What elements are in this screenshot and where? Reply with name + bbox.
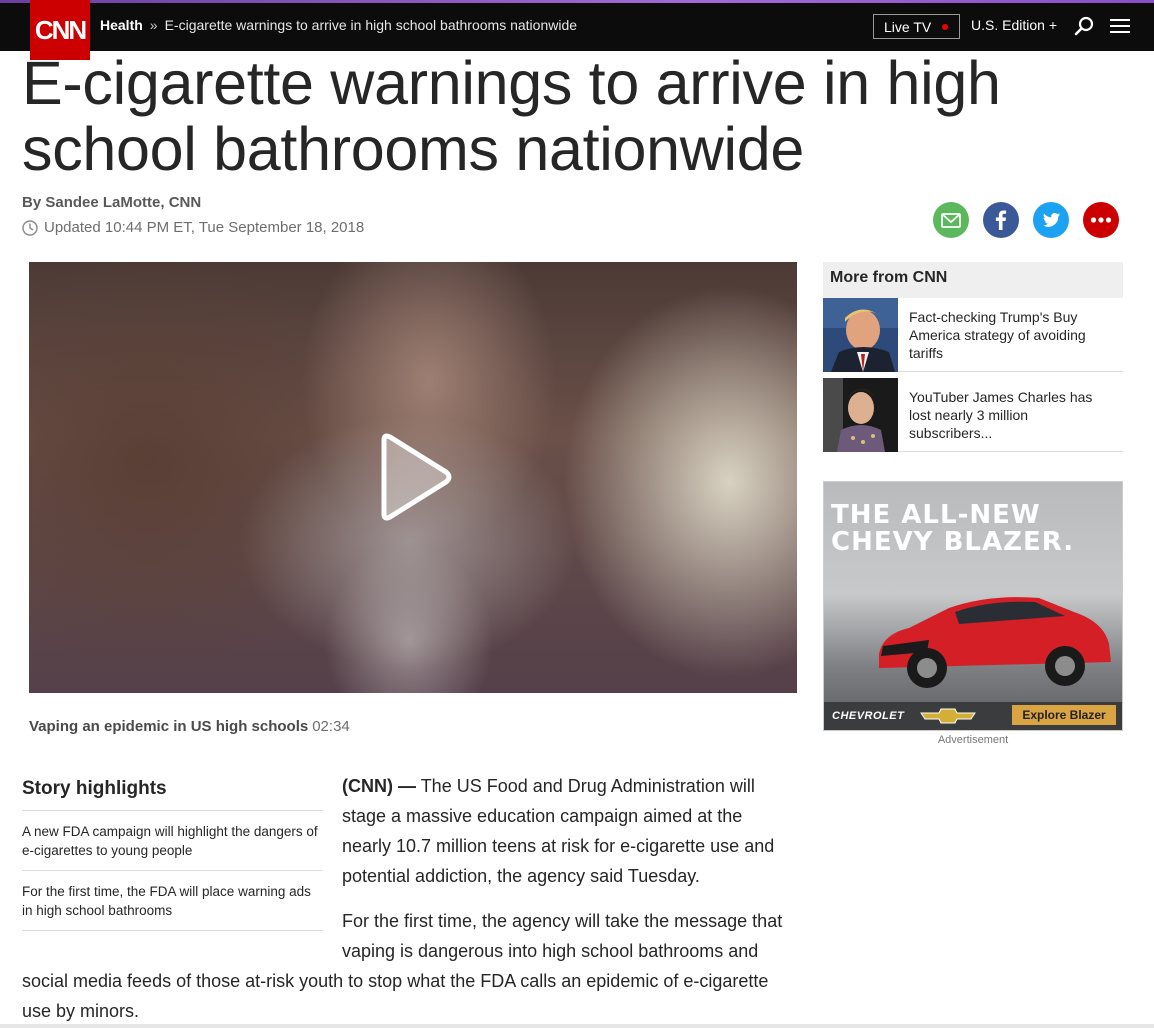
paragraph-line: vaping is dangerous into high school bat… xyxy=(342,941,759,961)
top-stripe xyxy=(0,0,1154,3)
more-item-title[interactable]: Fact-checking Trump's Buy America strate… xyxy=(898,298,1123,371)
trump-thumbnail[interactable] xyxy=(823,298,898,372)
article-paragraph-start: For the first time, the agency will take… xyxy=(342,906,802,966)
breadcrumb-separator: » xyxy=(149,17,158,33)
more-options-icon xyxy=(1083,202,1119,238)
car-image xyxy=(879,597,1111,688)
chevrolet-bowtie-icon xyxy=(920,708,976,724)
breadcrumb-section-link[interactable]: Health xyxy=(100,17,143,33)
story-highlights-title: Story highlights xyxy=(22,778,323,811)
ad-headline-line1: THE ALL-NEW xyxy=(831,500,1041,530)
page-divider xyxy=(0,1024,1154,1028)
live-tv-label: Live TV xyxy=(884,18,932,35)
share-facebook-button[interactable] xyxy=(983,202,1019,238)
advertisement-banner[interactable]: THE ALL-NEW CHEVY BLAZER. CHEVROLET Expl… xyxy=(823,481,1123,731)
story-highlights: Story highlights A new FDA campaign will… xyxy=(22,778,323,931)
list-item[interactable]: YouTuber James Charles has lost nearly 3… xyxy=(823,378,1123,452)
explore-blazer-button[interactable]: Explore Blazer xyxy=(1012,705,1116,725)
play-icon[interactable] xyxy=(374,432,454,522)
article-paragraph: (CNN) — The US Food and Drug Administrat… xyxy=(342,771,792,891)
video-title: Vaping an epidemic in US high schools xyxy=(29,718,309,735)
highlight-item: For the first time, the FDA will place w… xyxy=(22,871,323,931)
ad-headline: THE ALL-NEW CHEVY BLAZER. xyxy=(831,502,1074,556)
article-paragraph-continued: social media feeds of those at-risk yout… xyxy=(22,971,769,1021)
hamburger-menu-icon[interactable] xyxy=(1110,18,1130,34)
video-caption[interactable]: Vaping an epidemic in US high schools 02:… xyxy=(29,718,350,735)
ad-headline-line2: CHEVY BLAZER. xyxy=(831,527,1075,557)
james-charles-thumbnail[interactable] xyxy=(823,378,898,452)
video-duration: 02:34 xyxy=(312,718,350,735)
highlight-item: A new FDA campaign will highlight the da… xyxy=(22,811,323,871)
more-from-cnn-title: More from CNN xyxy=(823,262,1123,298)
updated-text: Updated 10:44 PM ET, Tue September 18, 2… xyxy=(44,219,365,236)
more-from-cnn: More from CNN Fact-checking Trump's Buy … xyxy=(823,262,1123,452)
byline: By Sandee LaMotte, CNN xyxy=(22,194,202,211)
breadcrumb: Health » E-cigarette warnings to arrive in… xyxy=(100,17,577,33)
advertisement-label: Advertisement xyxy=(937,734,1009,746)
updated-timestamp: Updated 10:44 PM ET, Tue September 18, 2… xyxy=(22,219,364,236)
twitter-icon xyxy=(1033,202,1069,238)
live-indicator-icon xyxy=(942,24,948,30)
email-icon xyxy=(933,202,969,238)
list-item[interactable]: Fact-checking Trump's Buy America strate… xyxy=(823,298,1123,372)
edition-selector[interactable]: U.S. Edition + xyxy=(971,17,1057,33)
chevrolet-wordmark: CHEVROLET xyxy=(832,710,905,722)
share-email-button[interactable] xyxy=(933,202,969,238)
search-icon[interactable] xyxy=(1074,16,1094,36)
article-headline: E-cigarette warnings to arrive in high s… xyxy=(22,49,1001,183)
breadcrumb-title: E-cigarette warnings to arrive in high s… xyxy=(164,17,578,33)
clock-icon xyxy=(22,219,38,236)
video-player[interactable] xyxy=(29,262,797,693)
live-tv-button[interactable]: Live TV xyxy=(873,14,960,39)
dateline: (CNN) — xyxy=(342,776,416,796)
facebook-icon xyxy=(983,202,1019,238)
share-twitter-button[interactable] xyxy=(1033,202,1069,238)
share-more-button[interactable] xyxy=(1083,202,1119,238)
paragraph-line: For the first time, the agency will take… xyxy=(342,911,783,931)
more-item-title[interactable]: YouTuber James Charles has lost nearly 3… xyxy=(898,378,1123,451)
